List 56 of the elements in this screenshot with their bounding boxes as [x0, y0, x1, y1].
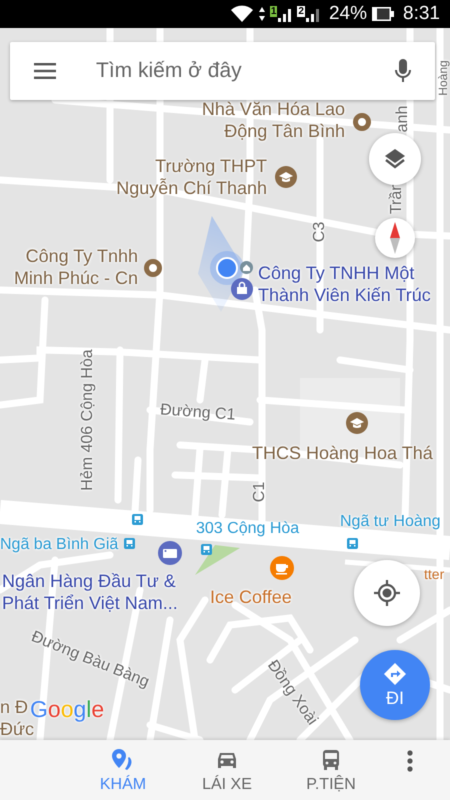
- nav-tab[interactable]: KHÁM: [78, 740, 168, 794]
- map-label: Nhà Văn Hóa Lao Động Tân Bình: [202, 98, 345, 142]
- map-label: Trường THPT Nguyễn Chí Thanh: [116, 155, 267, 199]
- map-label: Ngân Hàng Đầu Tư & Phát Triển Việt Nam...: [2, 570, 178, 614]
- shopping-bag-icon: [231, 278, 253, 300]
- clock: 8:31: [403, 3, 440, 25]
- place-marker-icon: [353, 113, 371, 131]
- home-icon: [240, 261, 253, 274]
- my-location-button[interactable]: [354, 560, 420, 626]
- map-label: n Đ: [0, 696, 28, 718]
- search-field[interactable]: Tìm kiếm ở đây: [80, 55, 371, 87]
- microphone-icon[interactable]: [395, 59, 411, 83]
- compass-icon: [389, 222, 401, 254]
- directions-button[interactable]: ĐI: [360, 650, 430, 720]
- directions-icon: [383, 662, 407, 686]
- map-label: Ngã tư Hoàng: [340, 512, 441, 532]
- map-label: Ngã ba Bình Giã: [0, 535, 118, 555]
- signal-icon: [278, 6, 292, 22]
- bus-stop-icon: [201, 544, 212, 555]
- nav-tab[interactable]: LÁI XE: [182, 740, 272, 794]
- map-label: C3: [310, 222, 329, 242]
- bus-stop-icon: [132, 514, 143, 525]
- map-label: 303 Cộng Hòa: [196, 519, 300, 539]
- map-label: Hẻm 406 Cộng Hòa: [78, 349, 97, 491]
- coffee-cup-icon: [270, 556, 294, 580]
- graduation-cap-icon: [275, 166, 297, 188]
- bus-stop-icon: [347, 538, 358, 549]
- map-label: Công Ty Tnhh Minh Phúc - Cn: [14, 245, 138, 289]
- map-label: Hoàng: [437, 60, 449, 96]
- wifi-icon: [230, 5, 254, 23]
- my-location-icon: [374, 580, 400, 606]
- sim-number: 1: [270, 6, 278, 17]
- map-label: Đường C1: [159, 400, 236, 426]
- location-dot: [216, 257, 238, 279]
- data-arrows-icon: [258, 7, 265, 21]
- battery-percent: 24%: [328, 3, 368, 25]
- menu-icon[interactable]: [34, 63, 56, 79]
- map-label: THCS Hoàng Hoa Thá: [252, 442, 433, 464]
- map-label: Công Ty TNHH Một Thành Viên Kiến Trúc: [258, 262, 431, 306]
- compass-button[interactable]: [375, 218, 415, 258]
- search-bar[interactable]: Tìm kiếm ở đây: [10, 42, 435, 100]
- nav-tab[interactable]: P.TIỆN: [286, 740, 376, 794]
- battery-icon: [372, 7, 394, 21]
- signal-icon: [306, 6, 320, 22]
- map-label: tter: [424, 565, 444, 584]
- map-label: Ice Coffee: [210, 586, 292, 608]
- atm-card-icon: [158, 541, 182, 565]
- graduation-cap-icon: [346, 412, 368, 434]
- map-label: C1: [250, 482, 269, 502]
- map-label: anh: [393, 106, 412, 132]
- layers-icon: [383, 147, 407, 171]
- sim-number: 2: [297, 6, 305, 17]
- more-options-icon[interactable]: [407, 750, 413, 772]
- layers-button[interactable]: [369, 133, 421, 185]
- bus-stop-icon: [124, 538, 135, 549]
- place-marker-icon: [144, 259, 162, 277]
